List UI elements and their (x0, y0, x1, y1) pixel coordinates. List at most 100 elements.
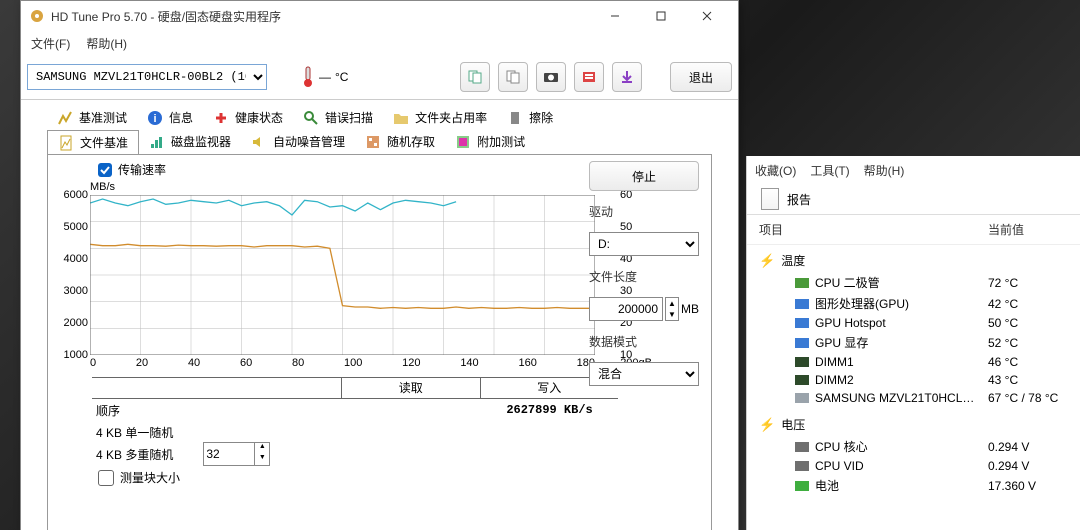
sensor-icon (795, 393, 809, 403)
sensor-row[interactable]: CPU VID 0.294 V (755, 457, 1080, 475)
temp-unit: °C (335, 70, 348, 84)
mode-label: 数据模式 (589, 333, 699, 350)
thermometer-icon (301, 66, 315, 88)
sensor-row[interactable]: 电池17.360 V (755, 475, 1080, 496)
sensor-row[interactable]: CPU 核心 0.294 V (755, 436, 1080, 457)
sensor-icon (795, 461, 809, 471)
sensor-icon (795, 375, 809, 385)
mode-select[interactable]: 混合 (589, 362, 699, 386)
hw-menu-fav[interactable]: 收藏(O) (755, 162, 796, 179)
tab-diskmonitor[interactable]: 磁盘监视器 (139, 130, 241, 153)
lightning-icon: ⚡ (759, 417, 775, 433)
transfer-rate-checkbox[interactable]: 传输速率 (98, 161, 166, 178)
group-temperature[interactable]: ⚡温度 (755, 249, 1080, 272)
sensor-row[interactable]: GPU 显存 52 °C (755, 332, 1080, 353)
device-select[interactable]: SAMSUNG MZVL21T0HCLR-00BL2 (1024 (27, 64, 267, 90)
col-read: 读取 (342, 378, 480, 399)
multi-threads-input[interactable] (203, 442, 255, 466)
tab-aam[interactable]: 自动噪音管理 (241, 130, 355, 153)
x-ticks: 020406080100120140160180 (90, 357, 595, 369)
y-left-ticks: 600050004000300020001000 (58, 189, 88, 381)
sensor-name: SAMSUNG MZVL21T0HCLR-... (815, 391, 982, 405)
temp-value: — (319, 70, 331, 84)
hw-menu-tools[interactable]: 工具(T) (810, 162, 849, 179)
hw-tree: ⚡温度 CPU 二极管72 °C图形处理器(GPU)42 °CGPU Hotsp… (747, 245, 1080, 496)
multi-stepper[interactable]: ▲▼ (255, 442, 270, 466)
sensor-row[interactable]: SAMSUNG MZVL21T0HCLR-... 67 °C / 78 °C (755, 389, 1080, 407)
sensor-name: GPU 显存 (815, 334, 982, 351)
sensor-row[interactable]: DIMM1 46 °C (755, 353, 1080, 371)
menu-help[interactable]: 帮助(H) (80, 33, 133, 54)
col-item: 项目 (759, 221, 988, 238)
col-value: 当前值 (988, 221, 1068, 238)
tab-extratests[interactable]: 附加测试 (445, 130, 535, 153)
results-table: 读取 写入 顺序 2627899 KB/s 4 KB 单一随机 (92, 377, 618, 465)
stop-button[interactable]: 停止 (589, 161, 699, 191)
sensor-name: DIMM2 (815, 373, 982, 387)
sensor-row[interactable]: GPU Hotspot 50 °C (755, 314, 1080, 332)
tab-info[interactable]: i信息 (137, 106, 203, 129)
tab-randomaccess[interactable]: 随机存取 (355, 130, 445, 153)
measure-block-label: 测量块大小 (120, 469, 180, 486)
close-button[interactable] (684, 1, 730, 31)
minimize-button[interactable] (592, 1, 638, 31)
sensor-name: DIMM1 (815, 355, 982, 369)
sensor-value: 0.294 V (988, 459, 1076, 473)
tab-filebenchmark[interactable]: 文件基准 (47, 130, 139, 155)
lightning-icon: ⚡ (759, 253, 775, 269)
maximize-button[interactable] (638, 1, 684, 31)
group-voltage[interactable]: ⚡电压 (755, 413, 1080, 436)
sensor-name: CPU VID (815, 459, 982, 473)
titlebar: HD Tune Pro 5.70 - 硬盘/固态硬盘实用程序 (21, 1, 738, 31)
sensor-value: 50 °C (988, 316, 1076, 330)
app-icon (29, 8, 45, 24)
sensor-value: 46 °C (988, 355, 1076, 369)
hw-columns: 项目 当前值 (747, 215, 1080, 245)
toolbar: SAMSUNG MZVL21T0HCLR-00BL2 (1024 — °C 退出 (21, 55, 738, 100)
screenshot-button[interactable] (536, 62, 566, 92)
copy-text-button[interactable] (460, 62, 490, 92)
filelen-label: 文件长度 (589, 268, 699, 285)
sensor-row[interactable]: CPU 二极管 72 °C (755, 272, 1080, 293)
tab-benchmark[interactable]: 基准测试 (47, 106, 137, 129)
filelen-input[interactable] (589, 297, 663, 321)
save-button[interactable] (612, 62, 642, 92)
report-label[interactable]: 报告 (787, 191, 811, 208)
tab-folderusage[interactable]: 文件夹占用率 (383, 106, 497, 129)
sensor-value: 0.294 V (988, 440, 1076, 454)
sensor-icon (795, 357, 809, 367)
tab-health[interactable]: 健康状态 (203, 106, 293, 129)
filelen-unit: MB (681, 302, 699, 316)
sensor-row[interactable]: 图形处理器(GPU)42 °C (755, 293, 1080, 314)
temperature-display: — °C (295, 66, 354, 88)
hw-toolbar: 报告 (747, 184, 1080, 215)
window-title: HD Tune Pro 5.70 - 硬盘/固态硬盘实用程序 (51, 8, 592, 25)
sensor-value: 52 °C (988, 336, 1076, 350)
sensor-value: 17.360 V (988, 479, 1076, 493)
sensor-icon (795, 442, 809, 452)
exit-button[interactable]: 退出 (670, 62, 732, 92)
sensor-name: GPU Hotspot (815, 316, 982, 330)
measure-block-checkbox[interactable] (98, 470, 114, 486)
sensor-row[interactable]: DIMM243 °C (755, 371, 1080, 389)
write-seq-value: 2627899 KB/s (481, 403, 618, 417)
sensor-name: CPU 二极管 (815, 274, 982, 291)
menu-file[interactable]: 文件(F) (25, 33, 76, 54)
tab-errorscan[interactable]: 错误扫描 (293, 106, 383, 129)
tab-erase[interactable]: 擦除 (497, 106, 563, 129)
sensor-icon (795, 338, 809, 348)
filelen-stepper[interactable]: ▲▼ (665, 297, 679, 321)
svg-text:i: i (153, 113, 156, 125)
sensor-value: 67 °C / 78 °C (988, 391, 1076, 405)
sensor-name: 图形处理器(GPU) (815, 295, 982, 312)
copy-info-button[interactable] (498, 62, 528, 92)
drive-select[interactable]: D: (589, 232, 699, 256)
sensor-name: CPU 核心 (815, 438, 982, 455)
sensor-icon (795, 481, 809, 491)
settings-button[interactable] (574, 62, 604, 92)
sensor-value: 72 °C (988, 276, 1076, 290)
hw-menu-help[interactable]: 帮助(H) (864, 162, 905, 179)
checkbox-icon (98, 163, 112, 177)
sensor-icon (795, 278, 809, 288)
side-controls: 停止 驱动 D: 文件长度 ▲▼ MB 数据模式 混合 (589, 161, 699, 386)
